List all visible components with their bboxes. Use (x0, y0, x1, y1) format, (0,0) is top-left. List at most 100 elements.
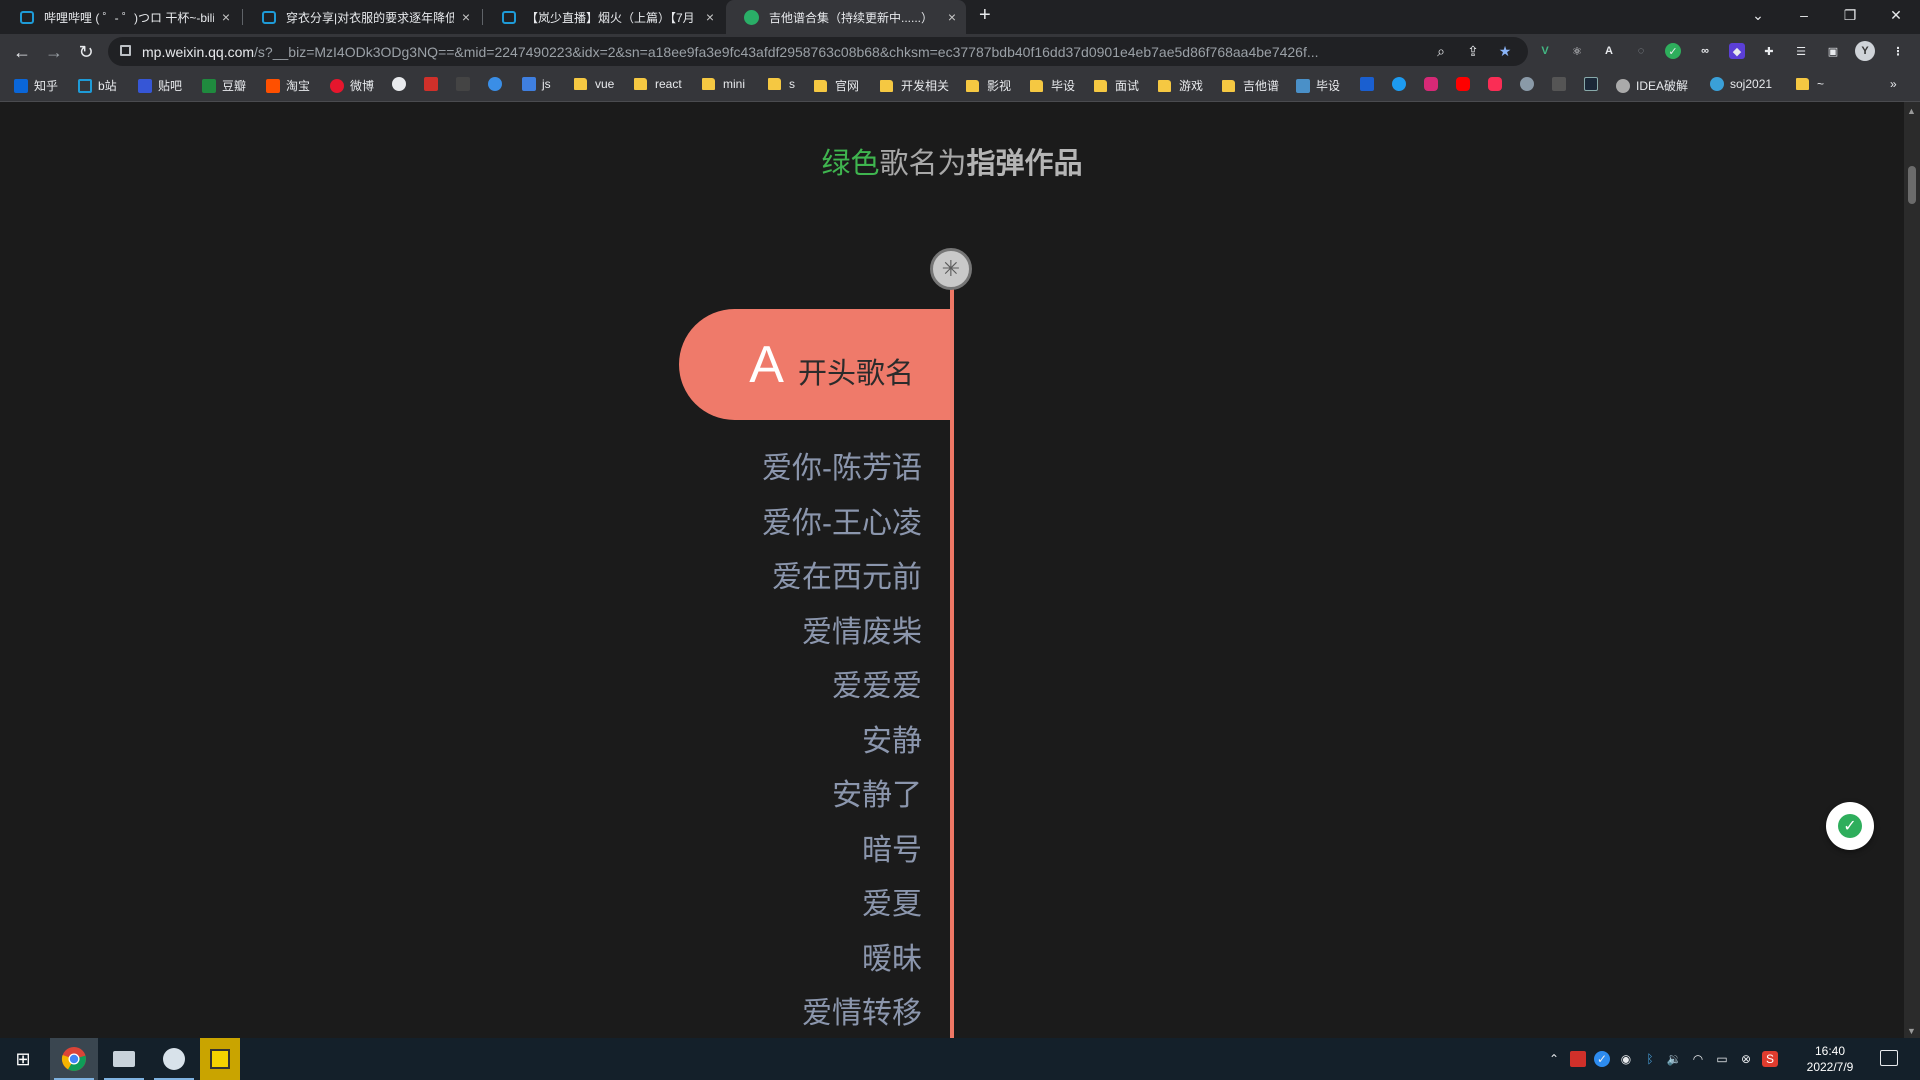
glasses-extension-icon[interactable]: ∞ (1697, 43, 1713, 59)
sync-extension-icon[interactable]: ◌ (1633, 43, 1649, 59)
reading-list-icon[interactable]: ☰ (1793, 43, 1809, 59)
bookmark-soj2021[interactable]: soj2021 (1710, 77, 1772, 91)
folder-icon (1094, 79, 1107, 92)
bookmark-cloud[interactable] (488, 77, 508, 91)
new-tab-button[interactable]: + (979, 4, 991, 27)
taskbar-chrome[interactable] (50, 1038, 98, 1080)
bookmark-vue[interactable]: vue (574, 77, 614, 91)
bookmark-official[interactable]: 官网 (814, 77, 859, 94)
tray-red-icon[interactable] (1570, 1051, 1586, 1067)
tray-overflow-icon[interactable]: ⌃ (1546, 1051, 1562, 1067)
wifi-icon[interactable]: ◠ (1690, 1051, 1706, 1067)
bookmark-m[interactable] (456, 77, 476, 91)
system-clock[interactable]: 16:40 2022/7/9 (1790, 1043, 1870, 1075)
folder-icon (768, 78, 781, 90)
battery-icon[interactable]: ▭ (1714, 1051, 1730, 1067)
bookmark-tilde[interactable]: ~ (1796, 77, 1824, 91)
side-panel-icon[interactable]: ▣ (1825, 43, 1841, 59)
song-item: 爱你-陈芳语 (762, 452, 922, 485)
minimize-button[interactable]: – (1782, 0, 1826, 30)
bookmark-thesis[interactable]: 毕设 (1030, 77, 1075, 94)
close-tab-icon[interactable]: × (462, 9, 470, 25)
bookmark-red[interactable] (424, 77, 444, 91)
font-extension-icon[interactable]: A (1601, 43, 1617, 59)
bookmark-youtube[interactable] (1456, 77, 1476, 91)
bookmark-s[interactable]: s (768, 77, 795, 91)
zhihu-icon (14, 78, 28, 93)
restore-button[interactable]: ❐ (1828, 0, 1872, 30)
security-shield-button[interactable]: ✓ (1826, 802, 1874, 850)
tab-search-icon[interactable]: ⌄ (1736, 0, 1780, 30)
bookmark-weibo[interactable]: 微博 (330, 77, 374, 94)
tray-blue-check-icon[interactable]: ✓ (1594, 1051, 1610, 1067)
taskbar-app-yellow[interactable] (200, 1038, 240, 1080)
purple-extension-icon[interactable]: ◆ (1729, 43, 1745, 59)
scroll-up-icon[interactable]: ▲ (1907, 106, 1916, 116)
page-scrollbar[interactable]: ▲ ▼ (1904, 102, 1920, 1038)
bookmark-instagram[interactable] (1424, 77, 1444, 91)
cloud-icon (488, 77, 502, 91)
profile-avatar[interactable]: Y (1855, 41, 1875, 61)
sogou-input-icon[interactable]: S (1762, 1051, 1778, 1067)
bookmark-movies[interactable]: 影视 (966, 77, 1011, 94)
shield-extension-icon[interactable]: ✓ (1665, 43, 1681, 59)
windows-start-icon[interactable]: ⊞ (0, 1038, 46, 1080)
taskbar-steam[interactable] (150, 1038, 198, 1080)
tab-livestream[interactable]: 【岚少直播】烟火（上篇）【7月 × (484, 0, 724, 34)
telegram-icon (1520, 77, 1534, 91)
tray-bluetooth-icon[interactable]: ᛒ (1642, 1051, 1658, 1067)
forward-icon[interactable]: → (42, 40, 66, 64)
back-icon[interactable]: ← (10, 40, 34, 64)
bookmark-steam[interactable] (1584, 77, 1604, 91)
steam-icon (163, 1048, 185, 1070)
bookmark-thesis-2[interactable]: 毕设 (1296, 77, 1340, 94)
url-text[interactable]: mp.weixin.qq.com/s?__biz=MzI4ODk3ODg3NQ=… (142, 44, 1442, 60)
tab-guitar-tabs[interactable]: 吉他谱合集（持续更新中......） × (726, 0, 966, 34)
close-tab-icon[interactable]: × (222, 9, 230, 25)
bookmark-guitar[interactable]: 吉他谱 (1222, 77, 1279, 94)
bookmarks-overflow-button[interactable]: » (1890, 77, 1897, 91)
tab-bilibili[interactable]: 哔哩哔哩 ( ゜- ゜)つロ 干杯~-bili × (2, 0, 240, 34)
bookmark-douban[interactable]: 豆瓣 (202, 77, 246, 94)
scroll-down-icon[interactable]: ▼ (1907, 1026, 1916, 1036)
zoom-icon[interactable]: ⌕ (1432, 42, 1450, 60)
address-bar[interactable]: mp.weixin.qq.com/s?__biz=MzI4ODk3ODg3NQ=… (108, 37, 1528, 66)
bookmark-bilibili[interactable]: b站 (78, 77, 117, 94)
bookmark-dev[interactable]: 开发相关 (880, 77, 949, 94)
bookmark-zhihu[interactable]: 知乎 (14, 77, 58, 94)
bookmark-mini[interactable]: mini (702, 77, 745, 91)
close-tab-icon[interactable]: × (948, 9, 956, 25)
bookmark-stack[interactable] (1552, 77, 1572, 91)
vue-devtools-icon[interactable]: V (1537, 43, 1553, 59)
bookmark-games[interactable]: 游戏 (1158, 77, 1203, 94)
soj-icon (1710, 77, 1724, 91)
bookmark-tieba[interactable]: 贴吧 (138, 77, 182, 94)
bookmark-taobao[interactable]: 淘宝 (266, 77, 310, 94)
bookmark-telegram[interactable] (1520, 77, 1540, 91)
tab-clothes[interactable]: 穿衣分享|对衣服的要求逐年降低 × (244, 0, 480, 34)
tieba-icon (138, 78, 152, 93)
bookmark-react[interactable]: react (634, 77, 682, 91)
close-tab-icon[interactable]: × (706, 9, 714, 25)
scrollbar-thumb[interactable] (1908, 166, 1916, 204)
bookmark-music[interactable] (1488, 77, 1508, 91)
menu-kebab-icon[interactable]: ⋮ (1890, 43, 1906, 59)
extensions-puzzle-icon[interactable]: ✚ (1761, 43, 1777, 59)
bookmark-star-icon[interactable]: ★ (1496, 42, 1514, 60)
bookmark-s-blue[interactable] (1360, 77, 1380, 91)
bookmark-github[interactable] (392, 77, 412, 91)
react-devtools-icon[interactable]: ⚛ (1569, 43, 1585, 59)
volume-icon[interactable]: 🔉 (1666, 1051, 1682, 1067)
bookmark-twitter[interactable] (1392, 77, 1412, 91)
reload-icon[interactable]: ↻ (74, 40, 98, 64)
tray-steam-icon[interactable]: ◉ (1618, 1051, 1634, 1067)
share-icon[interactable]: ⇪ (1464, 42, 1482, 60)
bookmark-interview[interactable]: 面试 (1094, 77, 1139, 94)
bilibili-icon (262, 10, 276, 24)
tray-close-circle-icon[interactable]: ⊗ (1738, 1051, 1754, 1067)
taskbar-files[interactable] (100, 1038, 148, 1080)
bookmark-js[interactable]: js (522, 77, 551, 91)
bookmark-idea[interactable]: IDEA破解 (1616, 77, 1688, 94)
close-window-button[interactable]: ✕ (1874, 0, 1918, 30)
notification-center-icon[interactable] (1880, 1050, 1898, 1066)
